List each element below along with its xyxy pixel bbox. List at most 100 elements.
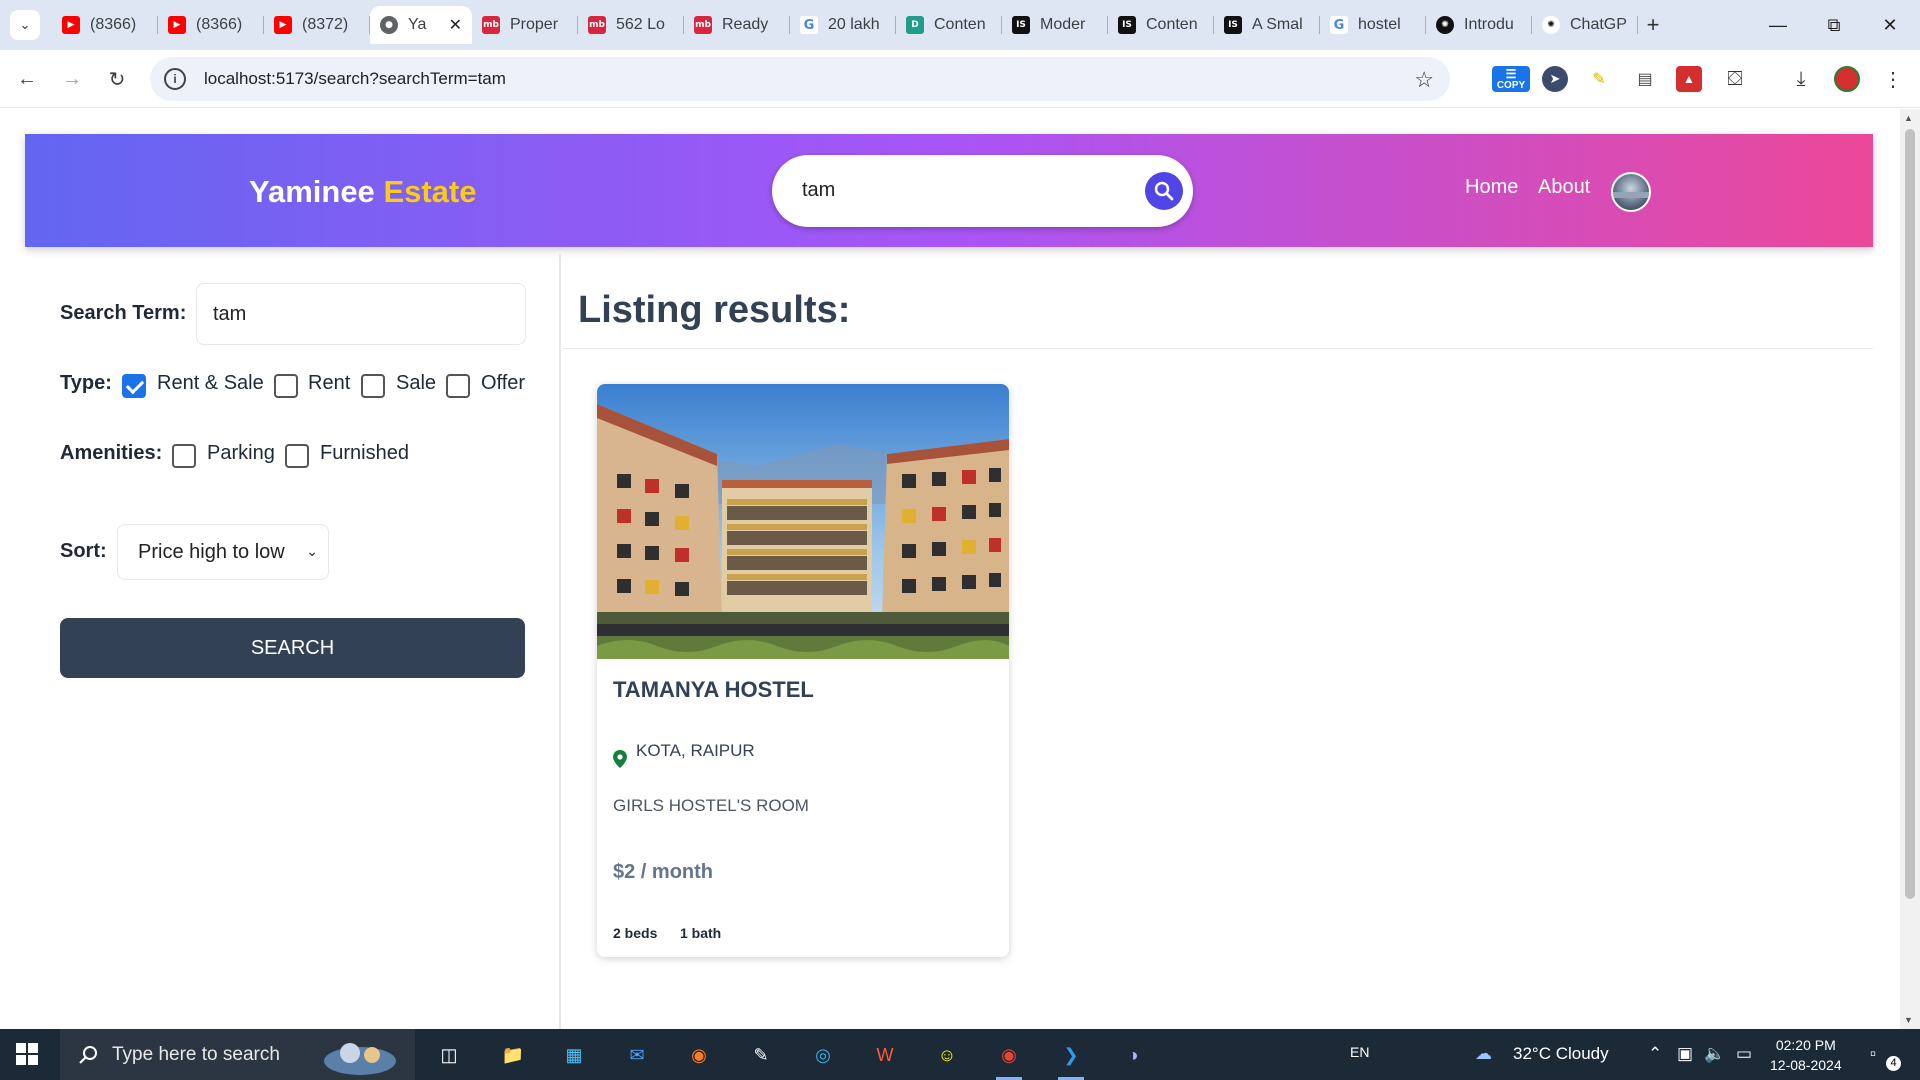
tab-doc-1[interactable]: D Conten <box>896 6 1002 44</box>
results-title: Listing results: <box>578 289 851 331</box>
mb-icon: mb <box>694 16 712 34</box>
mb-icon: mb <box>482 16 500 34</box>
tab-youtube-2[interactable]: ▶ (8366) <box>158 6 264 44</box>
tab-youtube-1[interactable]: ▶ (8366) <box>52 6 158 44</box>
forward-arrow-icon[interactable]: → <box>57 64 87 94</box>
tab-google-1[interactable]: G 20 lakh <box>790 6 896 44</box>
volume-icon[interactable]: 🔈 <box>1704 1044 1725 1064</box>
search-button[interactable]: SEARCH <box>60 618 525 678</box>
battery-icon[interactable]: ▭ <box>1736 1044 1752 1064</box>
tab-magicbricks-2[interactable]: mb 562 Lo <box>578 6 684 44</box>
bookmark-star-icon[interactable]: ☆ <box>1414 67 1434 93</box>
sort-selected-value: Price high to low <box>138 540 285 563</box>
profile-avatar-icon[interactable] <box>1834 66 1860 92</box>
tab-is-2[interactable]: IS Conten <box>1108 6 1214 44</box>
header-search-input[interactable] <box>782 165 1132 215</box>
tab-google-2[interactable]: G hostel <box>1320 6 1426 44</box>
extensions-puzzle-icon[interactable]: ⛋ <box>1722 66 1748 92</box>
vscode-icon[interactable]: ❯ <box>1054 1038 1088 1080</box>
tab-openai-2[interactable]: ✺ ChatGP <box>1532 6 1638 44</box>
new-tab-plus-icon[interactable]: + <box>1638 6 1668 44</box>
site-logo[interactable]: Yaminee Estate <box>249 174 476 210</box>
search-icon[interactable] <box>1145 172 1183 210</box>
scroll-down-arrow-icon[interactable]: ▼ <box>1904 1015 1913 1025</box>
tab-search-chevron-icon[interactable]: ⌄ <box>10 10 40 40</box>
sale-checkbox[interactable] <box>361 374 385 398</box>
windows-taskbar: Type here to search ◫ 📁 ▦ ✉ ◉ ✎ ◎ W ☺ ◉ … <box>0 1029 1920 1080</box>
highlighter-extension-icon[interactable]: ✎ <box>1586 66 1612 92</box>
listing-baths: 1 bath <box>680 925 722 941</box>
page-scrollbar[interactable]: ▲ ▼ <box>1900 109 1920 1029</box>
listing-description: GIRLS HOSTEL'S ROOM <box>613 796 809 815</box>
microsoft-store-icon[interactable]: ▦ <box>557 1038 591 1072</box>
tab-is-3[interactable]: IS A Smal <box>1214 6 1320 44</box>
back-arrow-icon[interactable]: ← <box>12 64 42 94</box>
tab-is-1[interactable]: IS Moder <box>1002 6 1108 44</box>
taskbar-search-box[interactable]: Type here to search <box>60 1029 415 1080</box>
listing-image[interactable] <box>597 384 1009 659</box>
firefox-icon[interactable]: ◉ <box>682 1038 716 1072</box>
inkscape-icon[interactable]: ✎ <box>744 1038 778 1072</box>
chrome-icon[interactable]: ◉ <box>992 1038 1026 1080</box>
windows-start-icon[interactable] <box>16 1043 38 1065</box>
pdf-extension-icon[interactable]: ▲ <box>1676 66 1702 92</box>
reload-icon[interactable]: ↻ <box>102 64 132 94</box>
weather-text[interactable]: 32°C Cloudy <box>1513 1044 1609 1064</box>
offer-label: Offer <box>481 372 526 394</box>
tab-close-icon[interactable]: ✕ <box>449 15 462 35</box>
kebab-menu-icon[interactable]: ⋮ <box>1880 66 1906 92</box>
nav-about-link[interactable]: About <box>1538 176 1590 199</box>
meet-now-icon[interactable]: ▣ <box>1677 1044 1693 1064</box>
search-term-label: Search Term: <box>60 302 187 324</box>
amenities-label: Amenities: <box>60 442 163 464</box>
restore-icon[interactable]: ⧉ <box>1806 0 1862 50</box>
tab-youtube-3[interactable]: ▶ (8372) <box>264 6 370 44</box>
tab-active-yaminee[interactable]: ● Ya ✕ <box>370 6 472 44</box>
google-icon: G <box>800 16 818 34</box>
url-text[interactable]: localhost:5173/search?searchTerm=tam <box>204 69 506 89</box>
tab-magicbricks-1[interactable]: mb Proper <box>472 6 578 44</box>
weather-cloud-icon[interactable]: ☁ <box>1475 1044 1492 1064</box>
search-term-input[interactable] <box>196 283 526 345</box>
tab-magicbricks-3[interactable]: mb Ready <box>684 6 790 44</box>
parking-checkbox[interactable] <box>172 444 196 468</box>
notification-center-icon[interactable]: ▫ <box>1870 1044 1876 1064</box>
sort-label: Sort: <box>60 540 107 562</box>
snapchat-icon[interactable]: ☺ <box>930 1038 964 1072</box>
cursor-extension-icon[interactable]: ➤ <box>1542 66 1568 92</box>
user-avatar[interactable] <box>1611 172 1651 212</box>
edge-icon[interactable]: ◎ <box>806 1038 840 1072</box>
wps-office-icon[interactable]: W <box>868 1038 902 1072</box>
close-window-icon[interactable]: ✕ <box>1862 0 1918 50</box>
address-bar[interactable]: i localhost:5173/search?searchTerm=tam ☆ <box>150 57 1450 101</box>
scrollbar-thumb[interactable] <box>1905 129 1915 899</box>
sort-select[interactable]: Price high to low ⌄ <box>117 524 329 580</box>
filter-sidebar: Search Term: Type: Rent & Sale Rent Sale… <box>0 254 561 1029</box>
language-indicator[interactable]: EN <box>1350 1044 1369 1060</box>
rent-and-sale-checkbox[interactable] <box>122 374 146 398</box>
listing-name[interactable]: TAMANYA HOSTEL <box>613 677 814 703</box>
offer-checkbox[interactable] <box>446 374 470 398</box>
task-view-icon[interactable]: ◫ <box>432 1038 466 1072</box>
rent-label: Rent <box>308 372 351 394</box>
site-info-icon[interactable]: i <box>164 68 186 90</box>
listing-card[interactable]: TAMANYA HOSTEL KOTA, RAIPUR GIRLS HOSTEL… <box>597 384 1009 957</box>
mail-icon[interactable]: ✉ <box>620 1038 654 1072</box>
rent-checkbox[interactable] <box>274 374 298 398</box>
location-pin-icon <box>613 750 627 768</box>
nav-home-link[interactable]: Home <box>1465 176 1518 199</box>
show-hidden-icons-chevron-icon[interactable]: ⌃ <box>1648 1044 1662 1064</box>
furnished-checkbox[interactable] <box>285 444 309 468</box>
scroll-up-arrow-icon[interactable]: ▲ <box>1904 113 1913 123</box>
google-icon: G <box>1330 16 1348 34</box>
taskbar-clock[interactable]: 02:20 PM 12-08-2024 <box>1770 1035 1842 1075</box>
minimize-icon[interactable]: — <box>1750 0 1806 50</box>
obs-icon[interactable]: ◑ <box>1116 1038 1150 1072</box>
copy-extension-icon[interactable]: ☰ COPY <box>1492 66 1530 92</box>
file-explorer-icon[interactable]: 📁 <box>496 1038 530 1072</box>
download-icon[interactable]: ⤓ <box>1788 66 1814 92</box>
youtube-icon: ▶ <box>62 16 80 34</box>
tab-openai-1[interactable]: ✺ Introdu <box>1426 6 1532 44</box>
browser-tab-strip: ⌄ ▶ (8366) ▶ (8366) ▶ (8372) ● Ya ✕ mb P… <box>0 0 1920 50</box>
notes-extension-icon[interactable]: ▤ <box>1632 66 1658 92</box>
